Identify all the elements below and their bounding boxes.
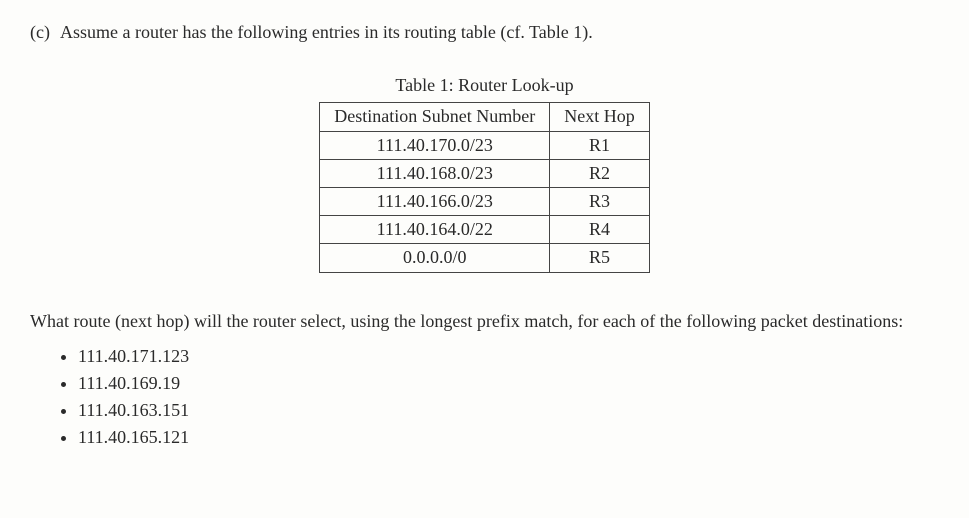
question-text: Assume a router has the following entrie… xyxy=(60,20,593,45)
col-header-nexthop: Next Hop xyxy=(550,103,650,131)
list-item: 111.40.165.121 xyxy=(78,425,939,450)
cell-destination: 111.40.168.0/23 xyxy=(320,159,550,187)
question-label: (c) xyxy=(30,20,50,45)
table-row: 111.40.164.0/22 R4 xyxy=(320,216,649,244)
col-header-destination: Destination Subnet Number xyxy=(320,103,550,131)
list-item: 111.40.169.19 xyxy=(78,371,939,396)
question-line: (c) Assume a router has the following en… xyxy=(30,20,939,45)
list-item: 111.40.171.123 xyxy=(78,344,939,369)
cell-destination: 0.0.0.0/0 xyxy=(320,244,550,272)
cell-nexthop: R5 xyxy=(550,244,650,272)
table-caption: Table 1: Router Look-up xyxy=(395,73,573,98)
routing-table: Destination Subnet Number Next Hop 111.4… xyxy=(319,102,649,272)
table-row: 0.0.0.0/0 R5 xyxy=(320,244,649,272)
cell-destination: 111.40.170.0/23 xyxy=(320,131,550,159)
cell-destination: 111.40.166.0/23 xyxy=(320,187,550,215)
cell-nexthop: R1 xyxy=(550,131,650,159)
table-row: 111.40.168.0/23 R2 xyxy=(320,159,649,187)
table-row: 111.40.166.0/23 R3 xyxy=(320,187,649,215)
sub-question-prompt: What route (next hop) will the router se… xyxy=(30,309,939,334)
cell-destination: 111.40.164.0/22 xyxy=(320,216,550,244)
cell-nexthop: R2 xyxy=(550,159,650,187)
table-row: 111.40.170.0/23 R1 xyxy=(320,131,649,159)
destination-list: 111.40.171.123 111.40.169.19 111.40.163.… xyxy=(30,344,939,451)
cell-nexthop: R3 xyxy=(550,187,650,215)
cell-nexthop: R4 xyxy=(550,216,650,244)
routing-table-section: Table 1: Router Look-up Destination Subn… xyxy=(30,73,939,272)
list-item: 111.40.163.151 xyxy=(78,398,939,423)
table-header-row: Destination Subnet Number Next Hop xyxy=(320,103,649,131)
